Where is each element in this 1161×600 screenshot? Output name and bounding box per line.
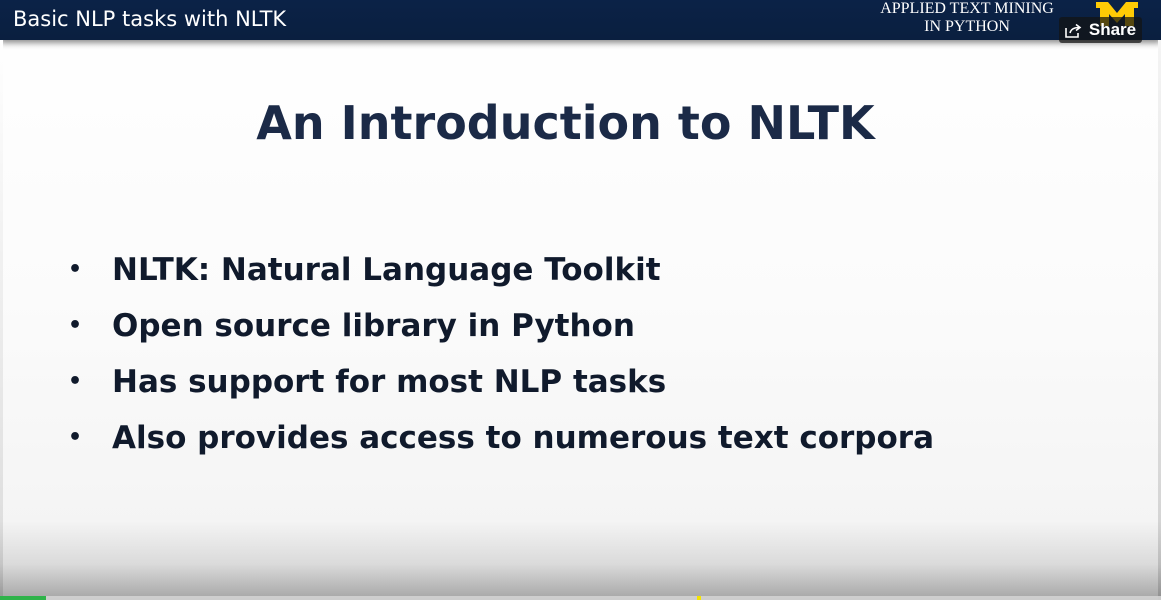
progress-chapter-marker [697, 596, 701, 600]
slide-bullet-list: • NLTK: Natural Language Toolkit • Open … [60, 246, 934, 470]
video-title-bar: Basic NLP tasks with NLTK APPLIED TEXT M… [0, 0, 1161, 43]
slide-title: An Introduction to NLTK [256, 96, 875, 150]
slide-bullet-text: NLTK: Natural Language Toolkit [112, 252, 661, 288]
slide-bullet: • Has support for most NLP tasks [60, 358, 934, 414]
video-title: Basic NLP tasks with NLTK [13, 7, 287, 31]
share-button[interactable]: Share [1059, 17, 1142, 43]
video-player[interactable]: Basic NLP tasks with NLTK APPLIED TEXT M… [0, 0, 1161, 600]
slide-bullet: • Open source library in Python [60, 302, 934, 358]
slide-bullet: • Also provides access to numerous text … [60, 414, 934, 470]
bullet-dot-icon: • [68, 425, 83, 450]
progress-played [0, 596, 46, 600]
bullet-dot-icon: • [68, 313, 83, 338]
course-name: APPLIED TEXT MINING IN PYTHON [880, 0, 1054, 35]
progress-bar[interactable] [0, 596, 1161, 600]
share-arrow-icon [1065, 23, 1082, 38]
bullet-dot-icon: • [68, 257, 83, 282]
slide-bullet-text: Also provides access to numerous text co… [112, 420, 934, 456]
share-label: Share [1088, 20, 1137, 39]
slide-bullet: • NLTK: Natural Language Toolkit [60, 246, 934, 302]
bullet-dot-icon: • [68, 369, 83, 394]
slide-bullet-text: Has support for most NLP tasks [112, 364, 667, 400]
slide-bullet-text: Open source library in Python [112, 308, 635, 344]
controls-gradient [0, 520, 1161, 600]
